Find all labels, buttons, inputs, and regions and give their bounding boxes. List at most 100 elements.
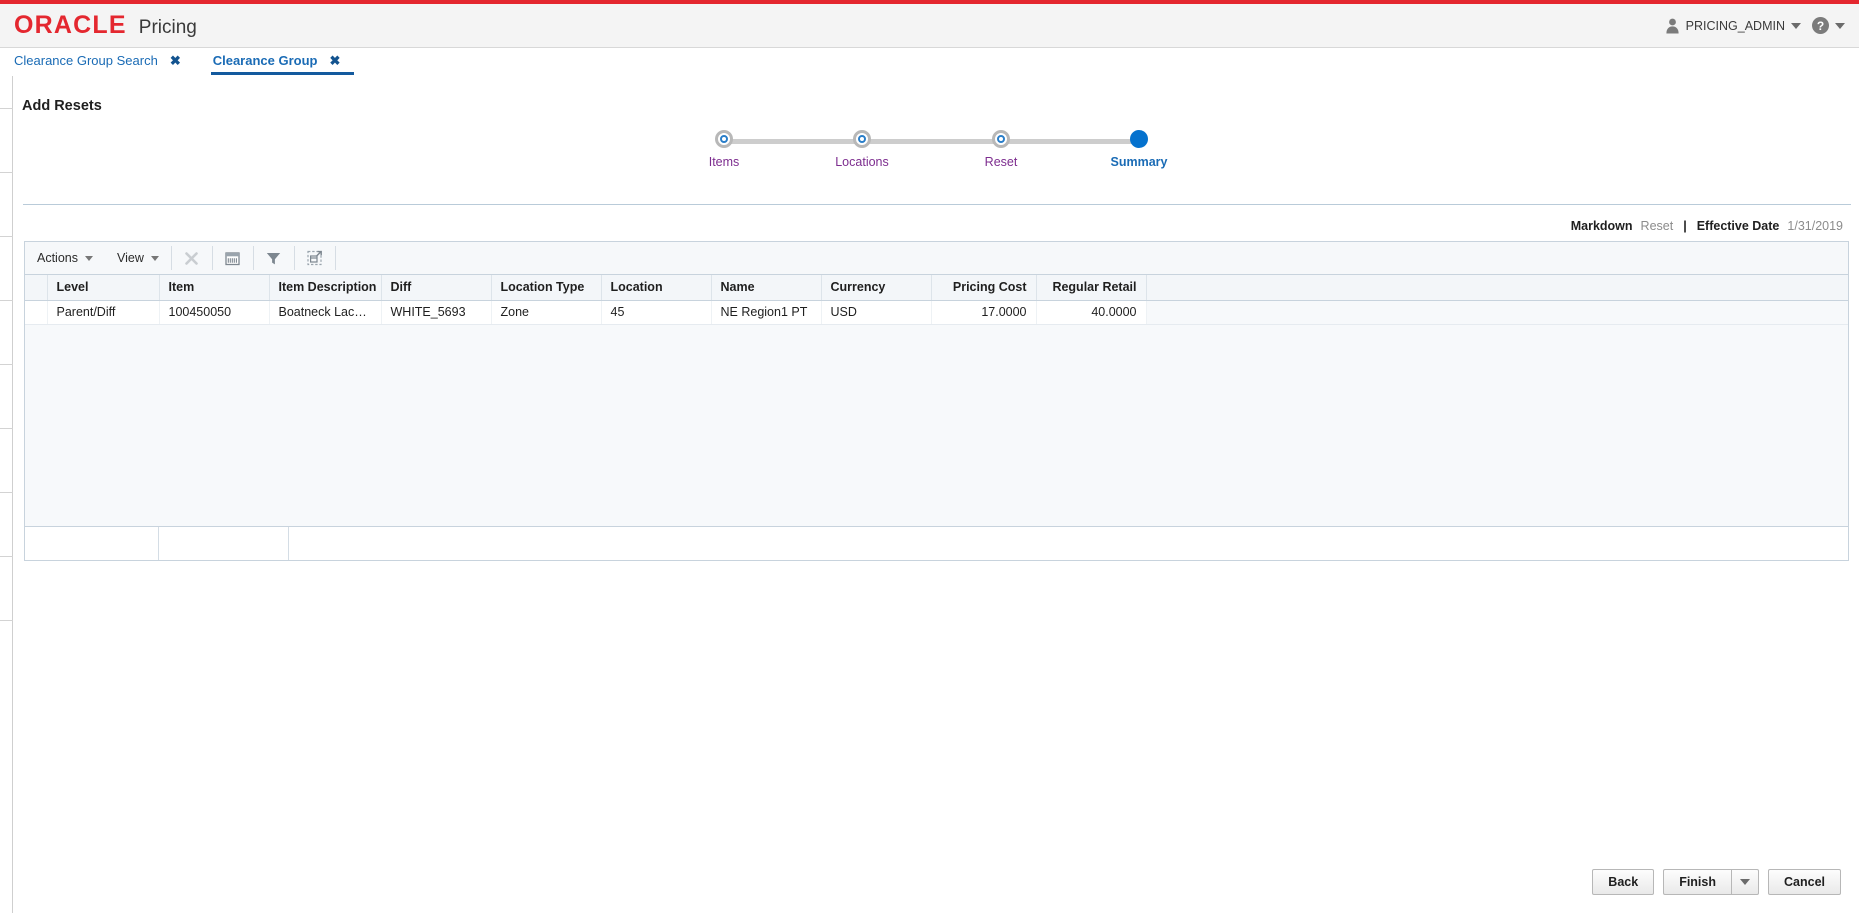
- view-menu-label: View: [117, 251, 144, 265]
- cell-location-type: Zone: [491, 300, 602, 325]
- table-body: Parent/Diff 100450050 Boatneck Lace ... …: [25, 300, 1848, 325]
- column-header-filler: [1146, 275, 1848, 301]
- brand-right-group: PRICING_ADMIN ?: [1665, 4, 1845, 47]
- markdown-value: Reset: [1640, 219, 1674, 233]
- filter-button[interactable]: [254, 242, 294, 274]
- column-header-currency[interactable]: Currency: [821, 275, 932, 301]
- chevron-down-icon: [1835, 22, 1845, 29]
- splitter-tick: [0, 492, 13, 493]
- application-title: Pricing: [138, 16, 197, 38]
- back-button[interactable]: Back: [1592, 869, 1655, 895]
- cell-filler: [1146, 300, 1848, 325]
- train-node-icon: [853, 130, 871, 148]
- effective-date-label: Effective Date: [1696, 219, 1780, 233]
- finish-button[interactable]: Finish: [1663, 869, 1731, 895]
- chevron-down-icon: [85, 255, 93, 261]
- table-toolbar: Actions View: [25, 242, 1848, 275]
- splitter-tick: [0, 556, 13, 557]
- column-header-location-type[interactable]: Location Type: [491, 275, 602, 301]
- column-header-location[interactable]: Location: [601, 275, 712, 301]
- help-icon: ?: [1812, 17, 1829, 34]
- resets-table-panel: Actions View Level Item Item Description…: [24, 241, 1849, 561]
- chevron-down-icon: [1740, 879, 1750, 885]
- cell-level: Parent/Diff: [47, 300, 160, 325]
- detach-icon: [307, 250, 322, 266]
- actions-menu-label: Actions: [37, 251, 78, 265]
- tab-clearance-group[interactable]: Clearance Group ✖: [210, 48, 355, 75]
- wizard-train: Items Locations Reset Summary: [707, 130, 1167, 192]
- train-node-icon: [715, 130, 733, 148]
- person-icon: [1666, 18, 1679, 33]
- splitter-tick: [0, 300, 13, 301]
- markdown-label: Markdown: [1570, 219, 1633, 233]
- footer-cell: [25, 526, 159, 560]
- help-menu[interactable]: ?: [1812, 17, 1845, 34]
- page-content: Add Resets Items Locations Reset Summary: [14, 76, 1859, 913]
- splitter-tick: [0, 108, 13, 109]
- user-name-label: PRICING_ADMIN: [1685, 18, 1785, 33]
- column-header-regular-retail[interactable]: Regular Retail: [1036, 275, 1147, 301]
- row-selector-cell[interactable]: [25, 300, 48, 325]
- cell-pricing-cost: 17.0000: [931, 300, 1037, 325]
- splitter-tick: [0, 172, 13, 173]
- cell-item-description: Boatneck Lace ...: [269, 300, 382, 325]
- train-node-icon: [1130, 130, 1148, 148]
- tab-bar: Clearance Group Search ✖ Clearance Group…: [0, 48, 1859, 76]
- cell-item: 100450050: [159, 300, 270, 325]
- cell-name: NE Region1 PT: [711, 300, 822, 325]
- delete-icon: [185, 251, 199, 265]
- train-step-reset[interactable]: Reset: [946, 130, 1056, 169]
- finish-split-button: Finish: [1663, 869, 1759, 895]
- wizard-train-region: Items Locations Reset Summary: [14, 122, 1859, 204]
- branding-bar: ORACLE Pricing PRICING_ADMIN ?: [0, 4, 1859, 48]
- tab-label: Clearance Group: [212, 52, 318, 68]
- table-empty-area: [25, 324, 1848, 527]
- cell-location: 45: [601, 300, 712, 325]
- train-step-label: Items: [708, 155, 740, 169]
- export-to-spreadsheet-button[interactable]: [213, 242, 253, 274]
- column-header-item-description[interactable]: Item Description: [269, 275, 382, 301]
- chevron-down-icon: [150, 255, 159, 261]
- detach-button[interactable]: [295, 242, 335, 274]
- splitter-tick: [0, 428, 13, 429]
- view-menu-button[interactable]: View: [105, 242, 171, 274]
- splitter-tick: [0, 236, 13, 237]
- train-node-icon: [992, 130, 1010, 148]
- collapsed-panel-splitter[interactable]: [0, 76, 13, 913]
- actions-menu-button[interactable]: Actions: [25, 242, 105, 274]
- splitter-tick: [0, 620, 13, 621]
- column-header-level[interactable]: Level: [47, 275, 160, 301]
- close-icon[interactable]: ✖: [170, 54, 181, 67]
- train-connector-line: [723, 139, 1145, 144]
- table-header-row: Level Item Item Description Diff Locatio…: [25, 275, 1848, 301]
- splitter-tick: [0, 364, 13, 365]
- column-header-pricing-cost[interactable]: Pricing Cost: [931, 275, 1037, 301]
- row-selector-header: [25, 275, 48, 301]
- column-header-diff[interactable]: Diff: [381, 275, 492, 301]
- column-header-name[interactable]: Name: [711, 275, 822, 301]
- train-step-label: Locations: [835, 155, 889, 169]
- cell-diff: WHITE_5693: [381, 300, 492, 325]
- finish-dropdown-button[interactable]: [1731, 869, 1759, 895]
- brand-left-group: ORACLE Pricing: [0, 12, 197, 39]
- filter-icon: [267, 252, 281, 264]
- chevron-down-icon: [1791, 22, 1801, 29]
- cancel-button[interactable]: Cancel: [1768, 869, 1841, 895]
- footer-cell: [159, 526, 289, 560]
- train-step-summary[interactable]: Summary: [1084, 130, 1194, 169]
- train-step-locations[interactable]: Locations: [807, 130, 917, 169]
- export-to-spreadsheet-icon: [225, 251, 241, 265]
- table-footer-row: [25, 526, 1848, 560]
- resets-table: Level Item Item Description Diff Locatio…: [25, 275, 1848, 325]
- tab-clearance-group-search[interactable]: Clearance Group Search ✖: [12, 48, 195, 75]
- toolbar-divider: [334, 246, 336, 270]
- train-step-items[interactable]: Items: [669, 130, 779, 169]
- close-icon[interactable]: ✖: [329, 54, 340, 67]
- user-menu[interactable]: PRICING_ADMIN: [1665, 18, 1801, 34]
- column-header-item[interactable]: Item: [159, 275, 270, 301]
- tab-label: Clearance Group Search: [14, 52, 158, 68]
- footer-cell: [289, 527, 1848, 560]
- cell-currency: USD: [821, 300, 932, 325]
- table-row[interactable]: Parent/Diff 100450050 Boatneck Lace ... …: [25, 300, 1848, 325]
- status-separator: |: [1683, 219, 1687, 233]
